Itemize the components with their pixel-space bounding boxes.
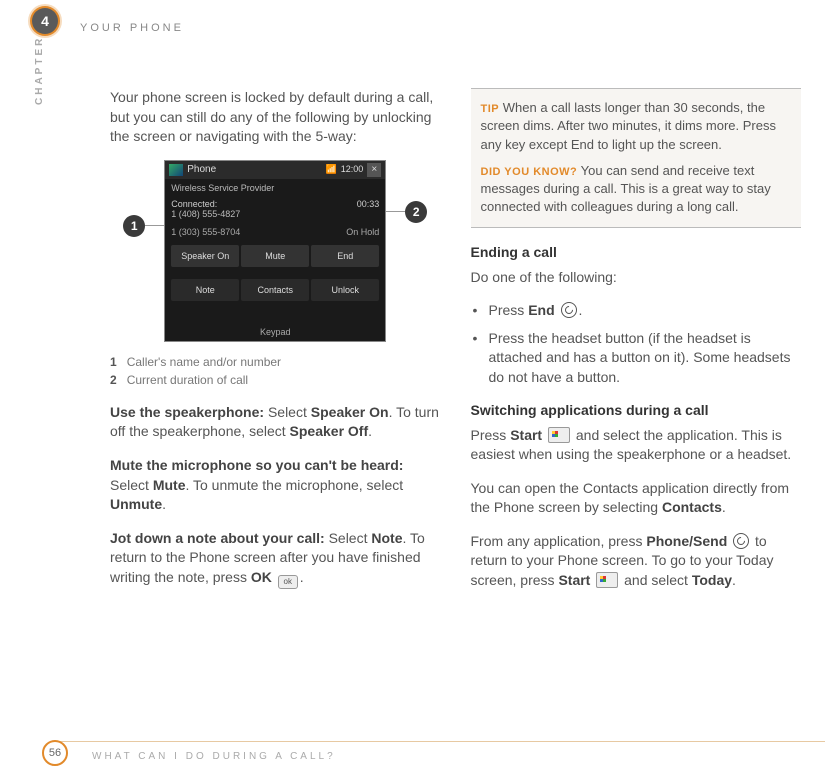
mute-on-label: Mute xyxy=(153,477,186,493)
close-icon: × xyxy=(367,163,381,177)
note-title: Jot down a note about your call: xyxy=(110,530,325,546)
today-bold: Today xyxy=(692,572,732,588)
contacts-button: Contacts xyxy=(241,279,309,301)
tip-box: TIP When a call lasts longer than 30 sec… xyxy=(471,88,802,228)
start-flag-icon xyxy=(169,164,183,176)
note-label: Note xyxy=(371,530,402,546)
phone-buttons-row2: Note Contacts Unlock xyxy=(165,273,385,307)
speaker-title: Use the speakerphone: xyxy=(110,404,264,420)
ok-icon: ok xyxy=(278,575,298,589)
dyk-label: DID YOU KNOW? xyxy=(481,166,578,178)
provider-row: Wireless Service Provider xyxy=(165,179,385,197)
note-paragraph: Jot down a note about your call: Select … xyxy=(110,529,441,589)
phone-statusbar: Phone × xyxy=(165,161,385,179)
phone-screenshot: 1 2 Phone × Wireless Service Provider Co… xyxy=(165,161,385,341)
legend-1-text: Caller's name and/or number xyxy=(127,355,281,369)
ending-call-list: Press End . Press the headset button (if… xyxy=(471,301,802,387)
keypad-label: Keypad xyxy=(165,327,385,337)
footer-rule xyxy=(58,741,825,742)
connected-label: Connected: xyxy=(171,199,217,209)
callout-legend: 1 Caller's name and/or number 2 Current du… xyxy=(110,353,441,389)
phone-buttons-row1: Speaker On Mute End xyxy=(165,239,385,273)
mute-button: Mute xyxy=(241,245,309,267)
switch-p3: From any application, press Phone/Send t… xyxy=(471,532,802,591)
speaker-off-label: Speaker Off xyxy=(290,423,369,439)
page-header: 4 YOUR PHONE xyxy=(0,8,825,38)
phone-send-bold: Phone/Send xyxy=(646,533,727,549)
mute-paragraph: Mute the microphone so you can't be hear… xyxy=(110,456,441,515)
held-row: 1 (303) 555-8704 On Hold xyxy=(165,225,385,239)
clock xyxy=(341,164,364,175)
phone-screen: Phone × Wireless Service Provider Connec… xyxy=(165,161,385,341)
ending-call-heading: Ending a call xyxy=(471,244,802,260)
left-column: Your phone screen is locked by default d… xyxy=(110,88,441,605)
held-label: On Hold xyxy=(346,227,379,237)
switch-p2: You can open the Contacts application di… xyxy=(471,479,802,518)
connected-row: Connected: 00:33 xyxy=(165,197,385,209)
section-name: YOUR PHONE xyxy=(80,22,184,34)
speakerphone-paragraph: Use the speakerphone: Select Speaker On.… xyxy=(110,403,441,442)
end-bullet-2: Press the headset button (if the headset… xyxy=(471,329,802,388)
page-number-badge: 56 xyxy=(42,740,68,766)
speaker-on-button: Speaker On xyxy=(171,245,239,267)
start-icon-2 xyxy=(596,572,618,588)
start-bold-1: Start xyxy=(510,427,542,443)
end-key-icon xyxy=(561,302,577,318)
legend-1-num: 1 xyxy=(110,355,117,369)
legend-2-text: Current duration of call xyxy=(127,373,248,387)
unlock-button: Unlock xyxy=(311,279,379,301)
chapter-label-vertical: CHAPTER xyxy=(34,36,45,105)
ending-call-intro: Do one of the following: xyxy=(471,268,802,288)
tip-text: When a call lasts longer than 30 seconds… xyxy=(481,100,776,152)
active-number: 1 (408) 555-4827 xyxy=(165,209,385,225)
start-bold-2: Start xyxy=(558,572,590,588)
end-bullet-1: Press End . xyxy=(471,301,802,321)
right-column: TIP When a call lasts longer than 30 sec… xyxy=(471,88,802,605)
end-bold: End xyxy=(528,302,554,318)
intro-paragraph: Your phone screen is locked by default d… xyxy=(110,88,441,147)
callout-2: 2 xyxy=(405,201,427,223)
switch-p1: Press Start and select the application. … xyxy=(471,426,802,465)
contacts-bold: Contacts xyxy=(662,499,722,515)
unmute-label: Unmute xyxy=(110,496,162,512)
provider-name: Wireless Service Provider xyxy=(171,183,274,193)
end-button: End xyxy=(311,245,379,267)
ok-label: OK xyxy=(251,569,272,585)
speaker-on-label: Speaker On xyxy=(311,404,389,420)
phone-send-icon xyxy=(733,533,749,549)
legend-2-num: 2 xyxy=(110,373,117,387)
callout-1: 1 xyxy=(123,215,145,237)
held-number: 1 (303) 555-8704 xyxy=(171,227,240,237)
mute-title: Mute the microphone so you can't be hear… xyxy=(110,457,403,473)
chapter-number-badge: 4 xyxy=(32,8,58,34)
call-duration: 00:33 xyxy=(357,199,380,209)
switching-heading: Switching applications during a call xyxy=(471,402,802,418)
phone-title: Phone xyxy=(187,164,216,175)
footer-title: WHAT CAN I DO DURING A CALL? xyxy=(92,751,336,762)
note-button: Note xyxy=(171,279,239,301)
start-icon xyxy=(548,427,570,443)
page-footer: 56 WHAT CAN I DO DURING A CALL? xyxy=(0,742,825,770)
signal-icon xyxy=(326,164,337,175)
tip-label: TIP xyxy=(481,103,500,115)
